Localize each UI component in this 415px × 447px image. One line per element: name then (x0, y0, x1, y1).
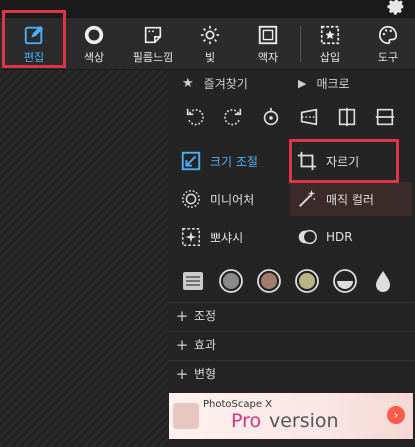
rotate-left-icon (186, 108, 204, 126)
droplet-icon[interactable] (370, 268, 396, 294)
miniature-icon (182, 190, 200, 208)
frame-icon (258, 25, 278, 44)
section-adjust-label: 조정 (194, 309, 217, 323)
straighten-icon (263, 107, 279, 126)
section-effects-label: 효과 (194, 338, 217, 352)
insert-star-icon (320, 25, 340, 44)
flip-horizontal-button[interactable] (332, 102, 362, 132)
tab-frame-label: 액자 (257, 50, 279, 64)
star-icon: ★ (182, 76, 194, 91)
film-icon (144, 26, 162, 43)
hdr-label: HDR (326, 230, 353, 244)
tab-frame[interactable]: 액자 (250, 18, 286, 70)
flip-vertical-icon (375, 108, 395, 126)
flip-horizontal-icon (338, 107, 356, 127)
brown-tone-icon[interactable] (256, 268, 282, 294)
banner-pro: Pro (231, 410, 262, 432)
olive-tone-icon[interactable] (294, 268, 320, 294)
palette-icon (379, 25, 398, 44)
tab-edit-label: 편집 (23, 50, 45, 64)
tab-film-label: 필름느낌 (132, 50, 174, 64)
edit-panel: ★ 즐겨찾기 ▶ 매크로 크기 조절 자르기 미니어처 매직 컬러 뽀샤시 HD… (168, 70, 415, 447)
sun-icon (200, 25, 220, 44)
main-toolbar: 편집 색상 필름느낌 빛 액자 삽입 도구 (0, 10, 415, 70)
expand-icon: + (175, 364, 189, 383)
transform-icon-row (168, 102, 415, 132)
arrow-right-icon[interactable]: › (387, 406, 405, 424)
favorites-row: ★ 즐겨찾기 ▶ 매크로 (168, 70, 415, 96)
tab-light[interactable]: 빛 (192, 18, 228, 70)
rotate-right-button[interactable] (218, 102, 248, 132)
list-icon[interactable] (180, 268, 206, 294)
pro-version-banner[interactable]: PhotoScape X Pro version › (169, 393, 413, 439)
tab-light-label: 빛 (204, 50, 216, 64)
edit-icon (24, 25, 44, 44)
favorites-button[interactable]: ★ 즐겨찾기 (182, 75, 248, 92)
sparkle-icon (182, 228, 200, 246)
toolbar-separator (300, 26, 301, 62)
miniature-button[interactable]: 미니어처 (180, 182, 254, 216)
tab-insert-label: 삽입 (319, 50, 341, 64)
tab-tools-label: 도구 (377, 50, 399, 64)
resize-button[interactable]: 크기 조절 (180, 144, 258, 178)
perspective-icon (300, 108, 318, 126)
section-adjust[interactable]: + 조정 (168, 302, 415, 328)
tab-tools[interactable]: 도구 (368, 18, 408, 70)
banner-brand: PhotoScape X (203, 399, 273, 410)
perspective-button[interactable] (294, 102, 324, 132)
resize-icon (181, 151, 201, 171)
hdr-icon (298, 229, 317, 245)
crop-button[interactable]: 자르기 (296, 144, 359, 178)
magic-wand-icon (299, 189, 316, 207)
canvas-area[interactable] (0, 70, 168, 447)
gray-tone-icon[interactable] (218, 268, 244, 294)
straighten-button[interactable] (256, 102, 286, 132)
favorites-label: 즐겨찾기 (203, 77, 248, 91)
gear-icon[interactable] (385, 0, 407, 18)
magic-color-label: 매직 컬러 (326, 192, 374, 207)
banner-thumbnail (173, 403, 199, 429)
magic-color-button[interactable]: 매직 컬러 (290, 182, 412, 216)
play-icon: ▶ (298, 77, 307, 90)
banner-version: version (269, 410, 339, 432)
expand-icon: + (175, 306, 189, 325)
tab-film[interactable]: 필름느낌 (128, 18, 178, 70)
section-transform[interactable]: + 변형 (168, 360, 415, 386)
bokeh-button[interactable]: 뽀샤시 (180, 220, 243, 254)
crop-icon (297, 151, 317, 171)
resize-label: 크기 조절 (210, 154, 258, 169)
crop-label: 자르기 (326, 154, 360, 169)
tab-color-label: 색상 (83, 50, 105, 64)
color-circle-icon (84, 25, 104, 44)
half-circle-icon[interactable] (332, 268, 358, 294)
rotate-left-button[interactable] (180, 102, 210, 132)
section-transform-label: 변형 (194, 367, 217, 381)
macro-button[interactable]: ▶ 매크로 (298, 75, 350, 92)
tab-edit[interactable]: 편집 (0, 10, 68, 70)
macro-label: 매크로 (316, 77, 350, 91)
hdr-button[interactable]: HDR (296, 220, 353, 254)
tab-color[interactable]: 색상 (72, 18, 116, 70)
rotate-right-icon (224, 108, 242, 126)
flip-vertical-button[interactable] (370, 102, 400, 132)
tab-insert[interactable]: 삽입 (310, 18, 350, 70)
bokeh-label: 뽀샤시 (210, 230, 244, 245)
expand-icon: + (175, 335, 189, 354)
title-strip (0, 0, 415, 18)
adjustment-icon-row (168, 268, 415, 298)
miniature-label: 미니어처 (210, 192, 255, 207)
section-effects[interactable]: + 효과 (168, 331, 415, 357)
